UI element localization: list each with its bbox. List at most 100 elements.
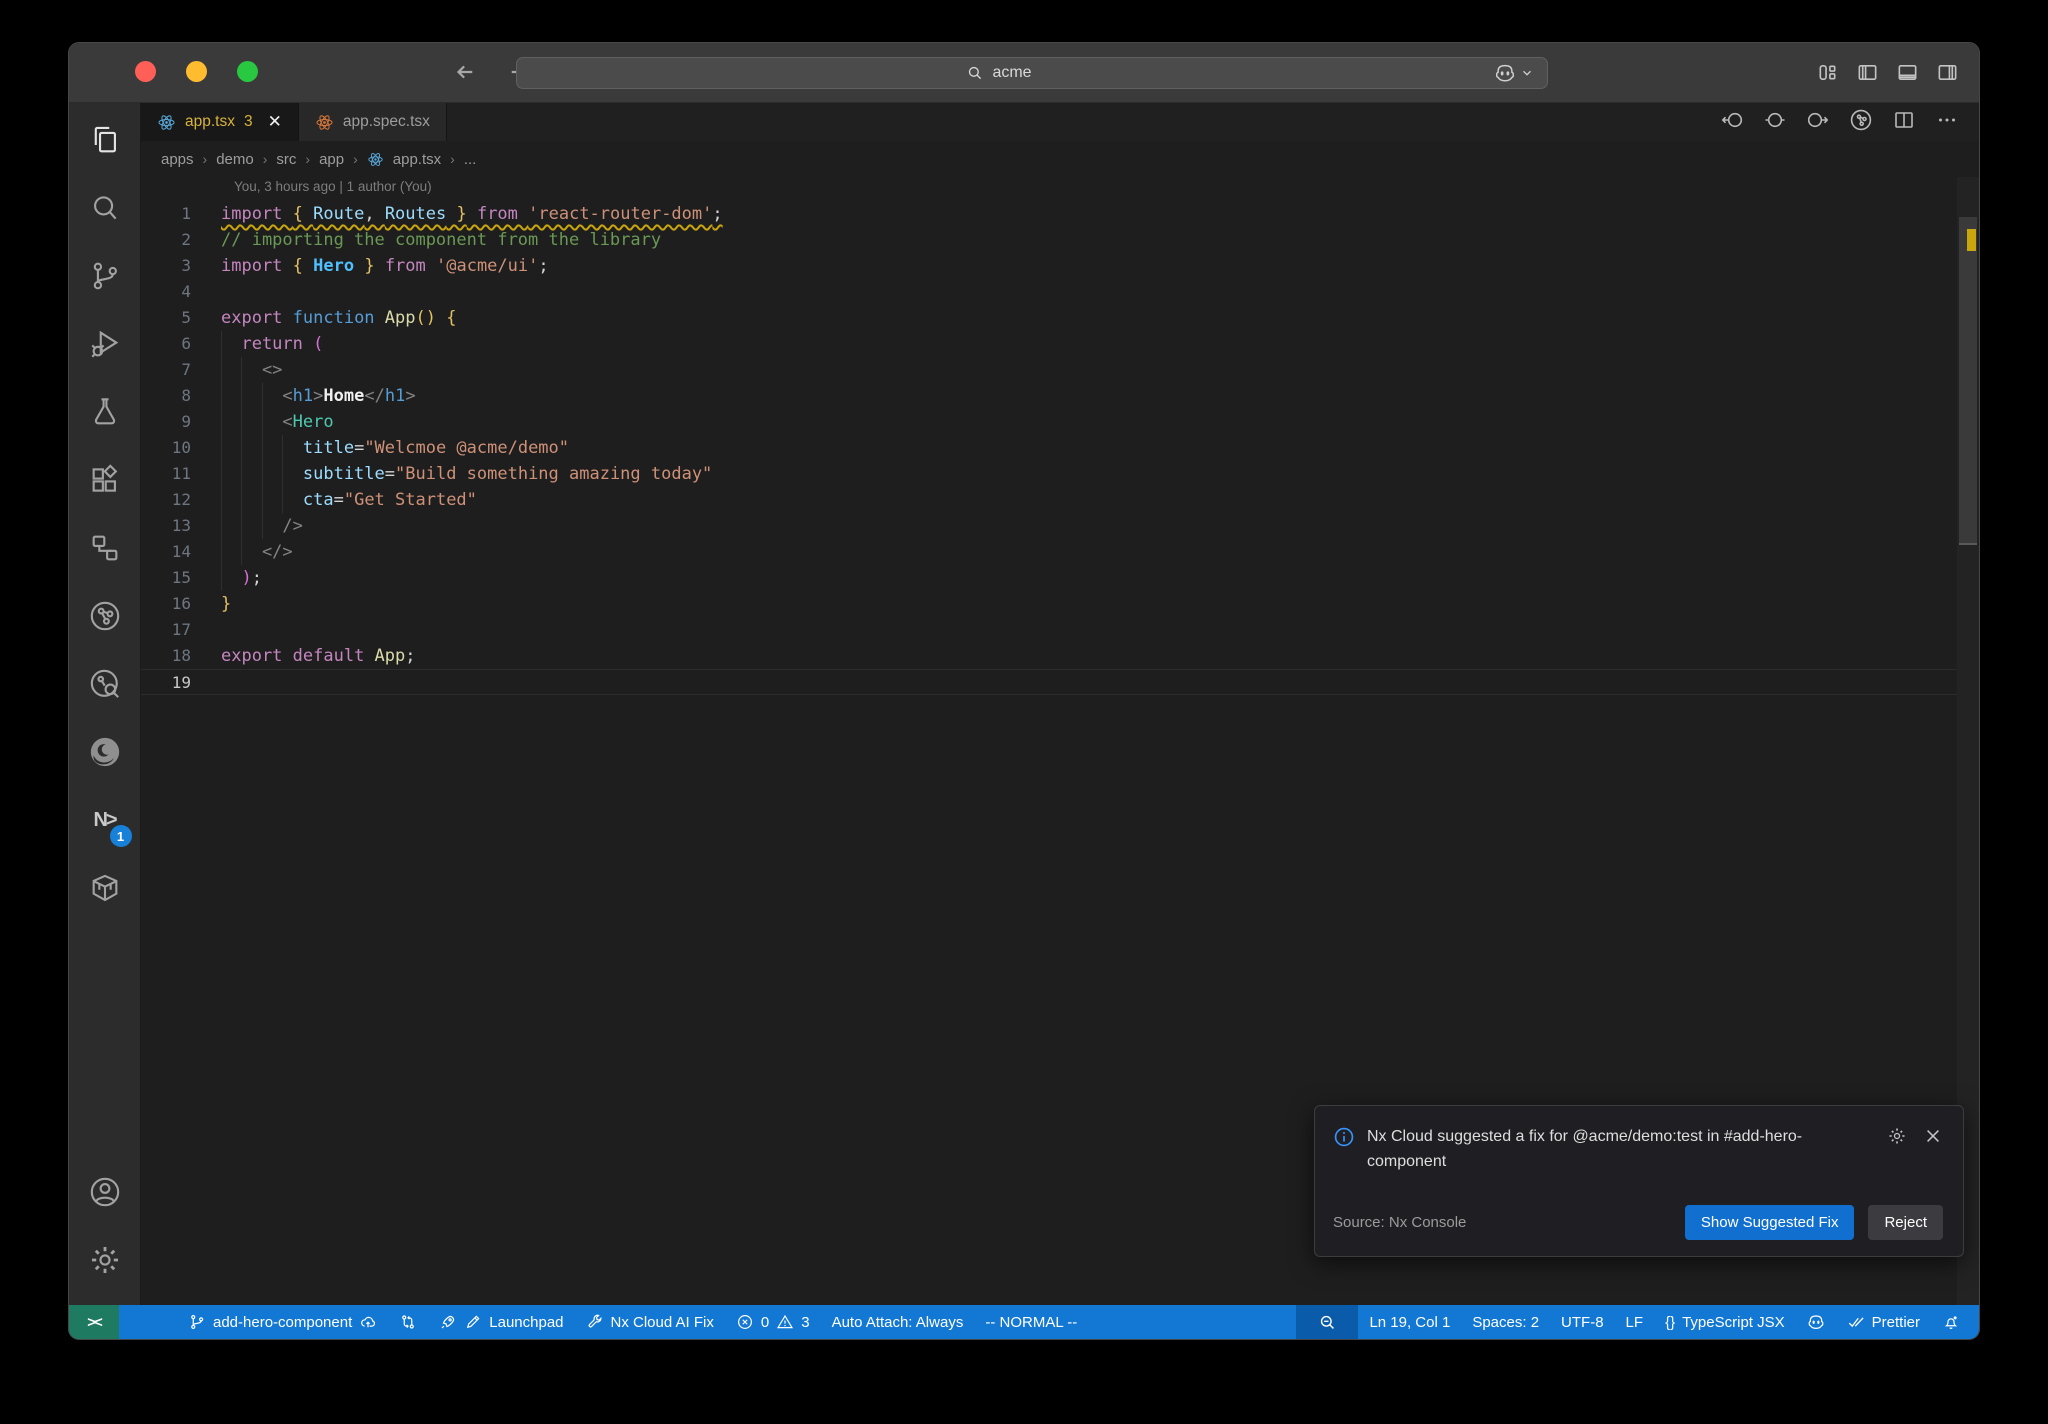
command-center[interactable]: acme <box>516 57 1548 89</box>
auto-attach-status-item[interactable]: Auto Attach: Always <box>821 1305 975 1339</box>
nx-graph-icon[interactable] <box>82 593 128 639</box>
breadcrumb-item[interactable]: src <box>276 151 296 168</box>
vim-mode-status-item[interactable]: -- NORMAL -- <box>974 1305 1088 1339</box>
customize-layout-icon[interactable] <box>1816 61 1839 89</box>
project-icon[interactable] <box>82 525 128 571</box>
nav-forward-circle-icon[interactable] <box>1806 108 1830 137</box>
nx-graph-search-icon[interactable] <box>82 661 128 707</box>
scrollbar-thumb[interactable] <box>1959 217 1977 545</box>
cursor-position-status-item[interactable]: Ln 19, Col 1 <box>1358 1305 1461 1339</box>
titlebar: acme <box>69 43 1979 103</box>
breadcrumb-item[interactable]: demo <box>216 151 254 168</box>
panel-left-icon[interactable] <box>1856 61 1879 89</box>
close-icon[interactable]: ✕ <box>268 112 282 132</box>
breadcrumb-item[interactable]: app.tsx <box>393 151 441 168</box>
code-line[interactable]: 8 <h1>Home</h1> <box>141 383 1979 409</box>
explorer-icon[interactable] <box>82 117 128 163</box>
code-line[interactable]: 6 return ( <box>141 331 1979 357</box>
code-line[interactable]: 19 <box>141 669 1979 695</box>
search-value: acme <box>992 64 1032 81</box>
search-sidebar-icon[interactable] <box>82 185 128 231</box>
source-control-icon[interactable] <box>82 253 128 299</box>
run-debug-icon[interactable] <box>82 321 128 367</box>
copilot-status-item[interactable] <box>1796 1305 1836 1339</box>
history-back-icon[interactable] <box>451 57 481 92</box>
zoom-out-icon <box>1320 1315 1334 1329</box>
code-line[interactable]: 15); <box>141 565 1979 591</box>
reject-button[interactable]: Reject <box>1868 1205 1943 1240</box>
extensions-icon[interactable] <box>82 457 128 503</box>
panel-right-icon[interactable] <box>1936 61 1959 89</box>
code-line[interactable]: 12 cta="Get Started" <box>141 487 1979 513</box>
code-line[interactable]: 14 </> <box>141 539 1979 565</box>
breadcrumb-item[interactable]: apps <box>161 151 194 168</box>
line-number: 5 <box>181 308 191 327</box>
testing-icon[interactable] <box>82 389 128 435</box>
notifications-status-item[interactable] <box>1931 1305 1971 1339</box>
show-suggested-fix-button[interactable]: Show Suggested Fix <box>1684 1205 1855 1240</box>
ellipsis-icon[interactable] <box>1935 108 1959 137</box>
code-line[interactable]: 18 export default App; <box>141 643 1979 669</box>
code-line[interactable]: 11 subtitle="Build something amazing toda… <box>141 461 1979 487</box>
code-line[interactable]: 10 title="Welcmoe @acme/demo" <box>141 435 1979 461</box>
nx-console-icon[interactable]: N> 1 <box>82 797 132 847</box>
chevron-right-icon: › <box>262 151 268 167</box>
line-number: 19 <box>171 673 191 692</box>
minimize-window-button[interactable] <box>186 61 207 82</box>
nav-dot-circle-icon[interactable] <box>1763 108 1787 137</box>
code-line[interactable]: 3 import { Hero } from '@acme/ui'; <box>141 253 1979 279</box>
tab-app-spec-tsx[interactable]: app.spec.tsx <box>298 103 447 141</box>
editor-group: app.tsx 3 ✕ app.spec.tsx apps › demo › s… <box>141 103 1979 1305</box>
panel-bottom-icon[interactable] <box>1896 61 1919 89</box>
line-content: export default App; <box>221 646 416 666</box>
close-icon[interactable] <box>1923 1126 1943 1151</box>
nx-cloud-fix-status-item[interactable]: Nx Cloud AI Fix <box>575 1305 725 1339</box>
search-box[interactable]: acme <box>517 58 1481 88</box>
copilot-menu-button[interactable] <box>1481 58 1547 88</box>
account-icon[interactable] <box>82 1169 128 1215</box>
pencil-icon <box>467 1315 480 1329</box>
run-target-icon[interactable] <box>1849 108 1873 137</box>
settings-gear-icon[interactable] <box>82 1237 128 1283</box>
edge-browser-icon[interactable] <box>82 729 128 775</box>
launchpad-label: Launchpad <box>489 1313 564 1331</box>
git-compare-status-item[interactable] <box>388 1305 428 1339</box>
split-editor-icon[interactable] <box>1892 108 1916 137</box>
eol-label: LF <box>1625 1313 1644 1331</box>
activity-bar: N> 1 <box>69 103 141 1305</box>
code-line[interactable]: 16} <box>141 591 1979 617</box>
zoom-window-button[interactable] <box>237 61 258 82</box>
line-content: <> <box>221 357 282 383</box>
language-status-item[interactable]: {} TypeScript JSX <box>1654 1305 1796 1339</box>
code-line[interactable]: 2 // importing the component from the lib… <box>141 227 1979 253</box>
code-line[interactable]: 1 import { Route, Routes } from 'react-ro… <box>141 201 1979 227</box>
launchpad-status-item[interactable]: Launchpad <box>428 1305 574 1339</box>
package-icon[interactable] <box>82 865 128 911</box>
breadcrumb-item[interactable]: app <box>319 151 344 168</box>
blame-annotation[interactable]: You, 3 hours ago | 1 author (You) <box>234 179 1979 201</box>
branch-status-item[interactable]: add-hero-component <box>177 1305 388 1339</box>
code-line[interactable]: 13 /> <box>141 513 1979 539</box>
gear-icon[interactable] <box>1887 1126 1907 1151</box>
encoding-status-item[interactable]: UTF-8 <box>1550 1305 1615 1339</box>
nav-back-circle-icon[interactable] <box>1720 108 1744 137</box>
line-content: } <box>221 594 232 614</box>
close-window-button[interactable] <box>135 61 156 82</box>
double-check-icon <box>1848 1317 1864 1328</box>
line-content: </> <box>221 539 293 565</box>
code-line[interactable]: 4 <box>141 279 1979 305</box>
tab-app-tsx[interactable]: app.tsx 3 ✕ <box>141 103 299 141</box>
status-bar: >< add-hero-component Launchpad Nx Cloud… <box>69 1305 1979 1339</box>
indentation-status-item[interactable]: Spaces: 2 <box>1461 1305 1550 1339</box>
remote-indicator[interactable]: >< <box>69 1305 119 1339</box>
line-number: 14 <box>171 542 191 561</box>
code-line[interactable]: 17 <box>141 617 1979 643</box>
code-line[interactable]: 5 export function App() { <box>141 305 1979 331</box>
code-line[interactable]: 9 <Hero <box>141 409 1979 435</box>
code-line[interactable]: 7 <> <box>141 357 1979 383</box>
breadcrumb-item[interactable]: ... <box>464 151 477 168</box>
eol-status-item[interactable]: LF <box>1615 1305 1655 1339</box>
problems-status-item[interactable]: 0 3 <box>725 1305 821 1339</box>
zoom-status-item[interactable] <box>1296 1305 1359 1339</box>
prettier-status-item[interactable]: Prettier <box>1836 1305 1931 1339</box>
